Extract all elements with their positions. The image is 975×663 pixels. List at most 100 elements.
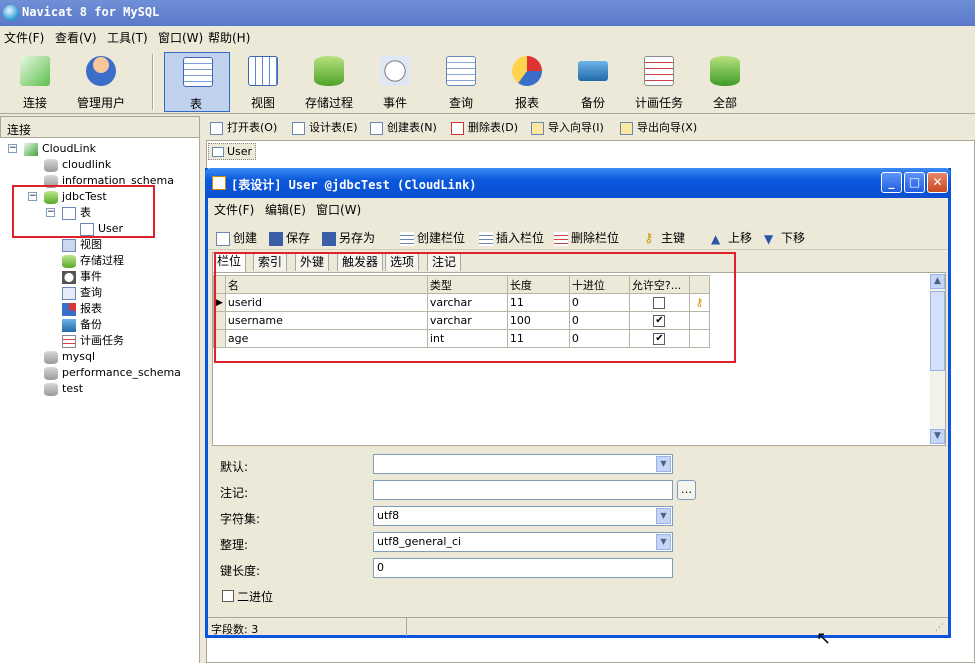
tree-node-procedures[interactable]: 存储过程 <box>62 253 124 269</box>
primary-key-button[interactable]: ⚷ 主键 <box>644 229 685 246</box>
binary-label: 二进位 <box>237 590 274 604</box>
create-button[interactable]: 创建 <box>216 229 257 246</box>
button-label: 创建栏位 <box>417 231 466 245</box>
designer-menu-file[interactable]: 文件(F) <box>214 201 254 218</box>
tree-label: performance_schema <box>62 366 181 379</box>
collation-select[interactable]: utf8_general_ci ▼ <box>373 532 673 552</box>
collapse-icon[interactable]: − <box>8 144 17 153</box>
scroll-down-icon[interactable]: ▼ <box>930 429 945 444</box>
designer-title-bar[interactable]: [表设计] User @jdbcTest (CloudLink) _ □ ✕ <box>205 168 951 198</box>
toolbar-manage-users-button[interactable]: 管理用户 <box>70 52 132 112</box>
key-length-label: 键长度: <box>220 564 261 578</box>
connection-icon <box>24 142 38 156</box>
chevron-down-icon[interactable]: ▼ <box>656 456 671 472</box>
toolbar-event-button[interactable]: 事件 <box>364 52 426 112</box>
toolbar-report-button[interactable]: 报表 <box>496 52 558 112</box>
app-title-bar[interactable]: Navicat 8 for MySQL <box>0 0 975 26</box>
save-icon <box>269 231 283 246</box>
save-as-button[interactable]: 另存为 <box>322 229 375 246</box>
save-button[interactable]: 保存 <box>269 229 310 246</box>
tree-node-reports[interactable]: 报表 <box>62 301 102 317</box>
charset-label: 字符集: <box>220 512 261 526</box>
toolbar-connect-button[interactable]: 连接 <box>4 52 66 112</box>
field-count: 字段数: 3 <box>211 623 259 636</box>
tree-node-db[interactable]: mysql <box>44 349 95 365</box>
toolbar-procedure-button[interactable]: 存储过程 <box>298 52 360 112</box>
open-table-button[interactable]: 打开表(O) <box>210 120 277 136</box>
default-label: 默认: <box>220 460 249 474</box>
insert-field-button[interactable]: 插入栏位 <box>479 229 544 246</box>
tree-node-backups[interactable]: 备份 <box>62 317 102 333</box>
tree-node-db[interactable]: performance_schema <box>44 365 181 381</box>
menu-help[interactable]: 帮助(H) <box>208 29 250 46</box>
toolbar-query-button[interactable]: 查询 <box>430 52 492 112</box>
tree-label: 存储过程 <box>80 254 124 267</box>
backup-icon <box>578 61 608 81</box>
grid-scrollbar[interactable]: ▲ ▼ <box>930 274 945 444</box>
charset-select[interactable]: utf8 ▼ <box>373 506 673 526</box>
import-wizard-button[interactable]: 导入向导(I) <box>531 120 604 136</box>
procedure-icon <box>314 56 344 86</box>
menu-view[interactable]: 查看(V) <box>55 29 97 46</box>
button-label: 下移 <box>781 231 806 245</box>
move-up-button[interactable]: ▲ 上移 <box>711 229 752 246</box>
tree-node-events[interactable]: 事件 <box>62 269 102 285</box>
arrow-up-icon: ▲ <box>711 231 721 246</box>
design-table-button[interactable]: 设计表(E) <box>292 120 358 136</box>
schedule-icon <box>644 56 674 86</box>
arrow-down-icon: ▼ <box>764 231 774 246</box>
button-label: 另存为 <box>339 231 376 245</box>
resize-grip-icon[interactable]: ⋰ <box>935 623 944 633</box>
export-wizard-button[interactable]: 导出向导(X) <box>620 120 697 136</box>
object-item-user[interactable]: User <box>208 143 257 160</box>
designer-menu-window[interactable]: 窗口(W) <box>316 201 361 218</box>
connection-pane-title: 连接 <box>7 123 32 137</box>
create-table-button[interactable]: 创建表(N) <box>370 120 437 136</box>
designer-menu-edit[interactable]: 编辑(E) <box>265 201 306 218</box>
binary-checkbox[interactable] <box>222 590 234 602</box>
key-length-input[interactable]: 0 <box>373 558 673 578</box>
tree-node-db[interactable]: cloudlink <box>44 157 111 173</box>
tree-label: mysql <box>62 350 95 363</box>
toolbar-all-button[interactable]: 全部 <box>694 52 756 112</box>
tree-node-schedules[interactable]: 计画任务 <box>62 333 124 349</box>
tree-node-db[interactable]: test <box>44 381 83 397</box>
scroll-up-icon[interactable]: ▲ <box>930 274 945 289</box>
delete-table-button[interactable]: 删除表(D) <box>451 120 518 136</box>
object-label: User <box>227 145 253 158</box>
button-label: 上移 <box>728 231 753 245</box>
chevron-down-icon[interactable]: ▼ <box>656 534 671 550</box>
comment-ellipsis-button[interactable]: … <box>677 480 696 500</box>
maximize-button[interactable]: □ <box>904 172 925 193</box>
close-button[interactable]: ✕ <box>927 172 948 193</box>
default-select[interactable]: ▼ <box>373 454 673 474</box>
scroll-thumb[interactable] <box>930 291 945 371</box>
event-icon <box>62 270 76 284</box>
menu-tools[interactable]: 工具(T) <box>107 29 148 46</box>
tree-label: test <box>62 382 84 395</box>
minimize-button[interactable]: _ <box>881 172 902 193</box>
chevron-down-icon[interactable]: ▼ <box>656 508 671 524</box>
menu-window[interactable]: 窗口(W) <box>158 29 203 46</box>
designer-icon <box>212 176 226 190</box>
design-table-icon <box>292 121 305 135</box>
delete-table-icon <box>451 121 464 135</box>
toolbar-view-button[interactable]: 视图 <box>232 52 294 112</box>
mouse-cursor-icon: ↖ <box>816 628 832 649</box>
insert-field-icon <box>479 231 493 246</box>
comment-input[interactable] <box>373 480 673 500</box>
move-down-button[interactable]: ▼ 下移 <box>764 229 805 246</box>
tree-node-queries[interactable]: 查询 <box>62 285 102 301</box>
create-field-button[interactable]: 创建栏位 <box>400 229 465 246</box>
button-label: 删除栏位 <box>571 231 620 245</box>
status-divider <box>406 618 407 636</box>
toolbar-schedule-button[interactable]: 计画任务 <box>628 52 690 112</box>
toolbar-table-button[interactable]: 表 <box>164 52 230 112</box>
tree-node-cloudlink[interactable]: CloudLink <box>24 141 96 157</box>
menu-file[interactable]: 文件(F) <box>4 29 44 46</box>
toolbar-backup-button[interactable]: 备份 <box>562 52 624 112</box>
button-label: 创建 <box>233 231 258 245</box>
delete-field-button[interactable]: 删除栏位 <box>554 229 619 246</box>
open-table-icon <box>210 121 223 135</box>
tree-node-views[interactable]: 视图 <box>62 237 102 253</box>
